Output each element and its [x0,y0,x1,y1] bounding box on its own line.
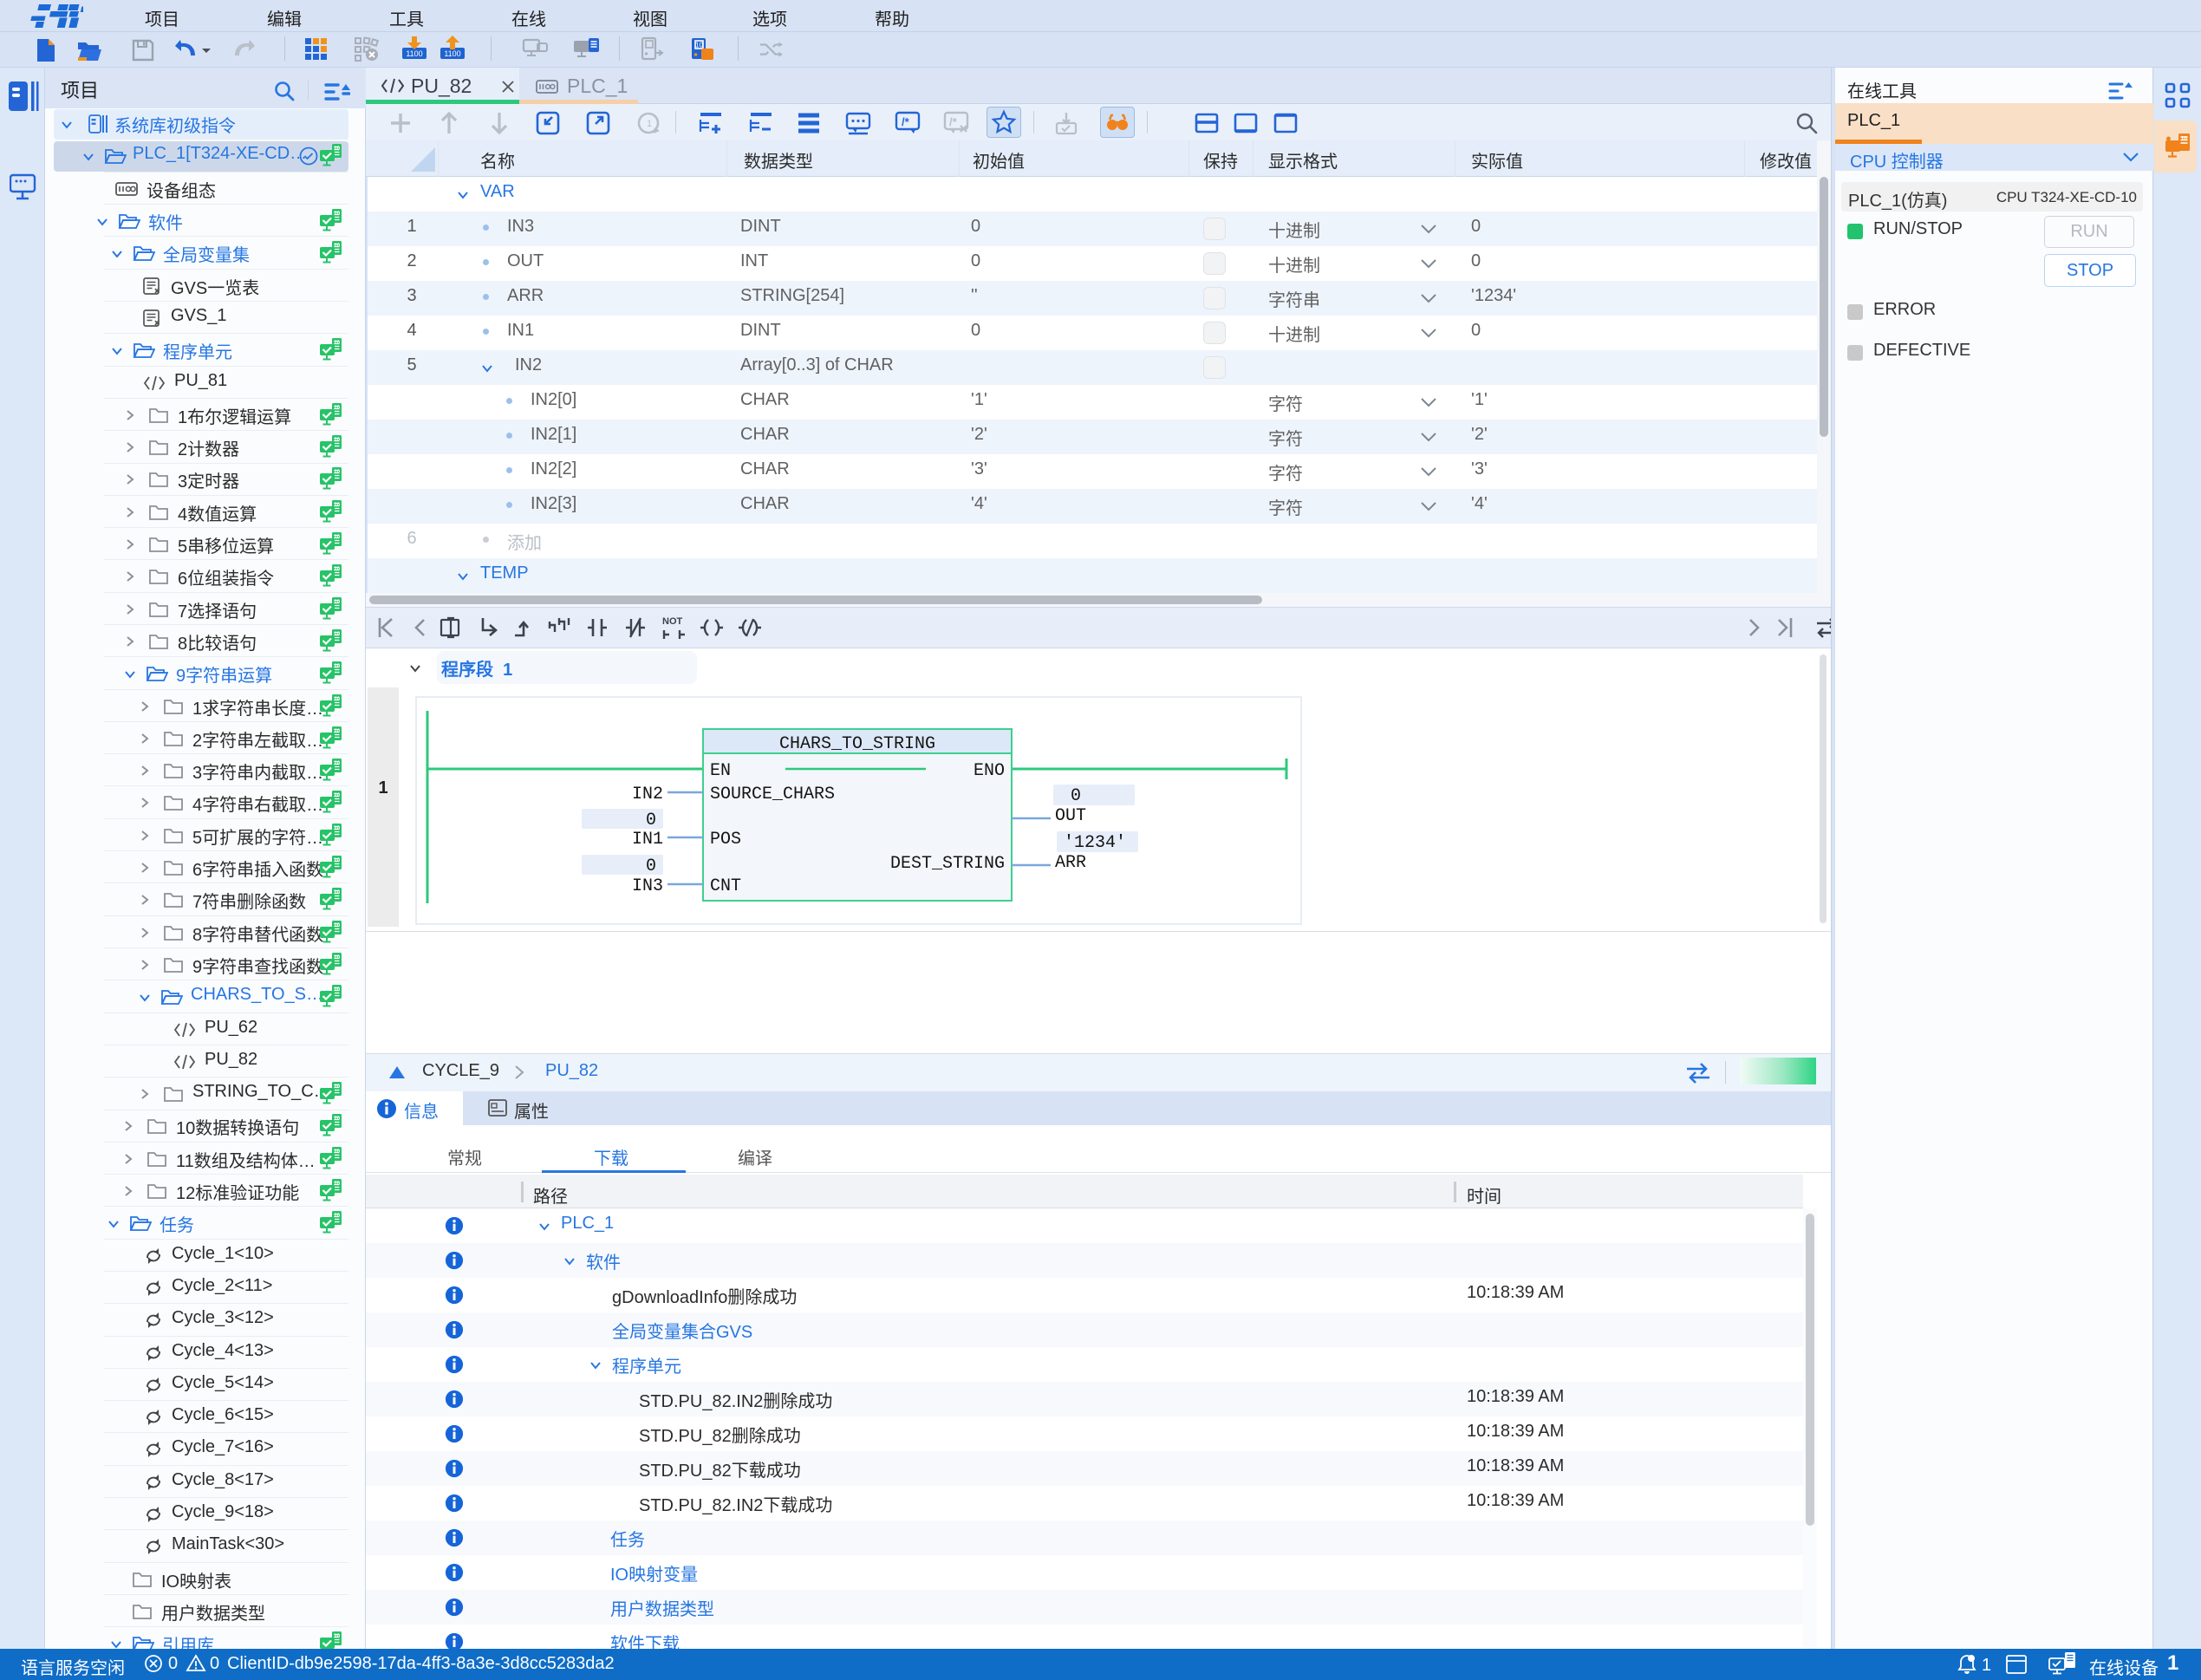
svg-text:10: 10 [334,534,341,540]
svg-text:10: 10 [334,1084,341,1090]
svg-text:10: 10 [334,566,341,572]
svg-text:10: 10 [334,1116,341,1122]
svg-text:10: 10 [334,922,341,928]
svg-text:10: 10 [334,243,341,249]
svg-text:10: 10 [334,405,341,411]
svg-text:10: 10 [334,889,341,895]
svg-text:10: 10 [695,42,703,49]
svg-text:10: 10 [334,437,341,443]
svg-text:0: 0 [646,811,656,830]
svg-text:10: 10 [334,696,341,702]
svg-text:10: 10 [334,728,341,734]
svg-text:CHARS_TO_STRING: CHARS_TO_STRING [779,734,935,754]
svg-text:POS: POS [710,830,741,850]
svg-text:10: 10 [334,1213,341,1219]
svg-text:1100: 1100 [406,49,422,58]
svg-text:10: 10 [334,631,341,637]
svg-text:10: 10 [334,1633,341,1639]
svg-text:CNT: CNT [710,876,741,896]
svg-text:OUT: OUT [1055,806,1086,826]
svg-text:10: 10 [2181,136,2188,142]
svg-text:10: 10 [334,825,341,831]
svg-text:10: 10 [334,857,341,863]
svg-text:10: 10 [334,1181,341,1187]
svg-text:ARR: ARR [1055,853,1086,873]
svg-text:'1234': '1234' [1064,833,1126,853]
svg-text:10: 10 [334,1149,341,1155]
svg-text:/*: /* [949,115,958,128]
svg-text:IN1: IN1 [632,830,663,850]
svg-text:10: 10 [334,599,341,605]
svg-text:SOURCE_CHARS: SOURCE_CHARS [710,785,835,804]
svg-text:/*: /* [902,115,910,128]
svg-text:ENO: ENO [974,761,1005,781]
svg-text:0: 0 [646,856,656,876]
svg-text:10: 10 [334,469,341,475]
svg-text:IN3: IN3 [632,876,663,896]
svg-text:NOT: NOT [662,616,683,627]
svg-text:1100: 1100 [444,49,460,58]
svg-text:10: 10 [334,987,341,993]
svg-text:DEST_STRING: DEST_STRING [890,854,1005,874]
svg-text:10: 10 [334,792,341,798]
svg-text:IN2: IN2 [632,785,663,804]
svg-text:1: 1 [647,119,652,129]
svg-text:10: 10 [334,146,341,152]
svg-text:EN: EN [710,761,731,781]
svg-text:10: 10 [334,663,341,669]
svg-text:10: 10 [334,340,341,346]
svg-text:10: 10 [334,954,341,960]
svg-text:10: 10 [334,760,341,766]
svg-text:10: 10 [334,502,341,508]
svg-text:10: 10 [334,211,341,217]
svg-text:0: 0 [1071,786,1081,806]
